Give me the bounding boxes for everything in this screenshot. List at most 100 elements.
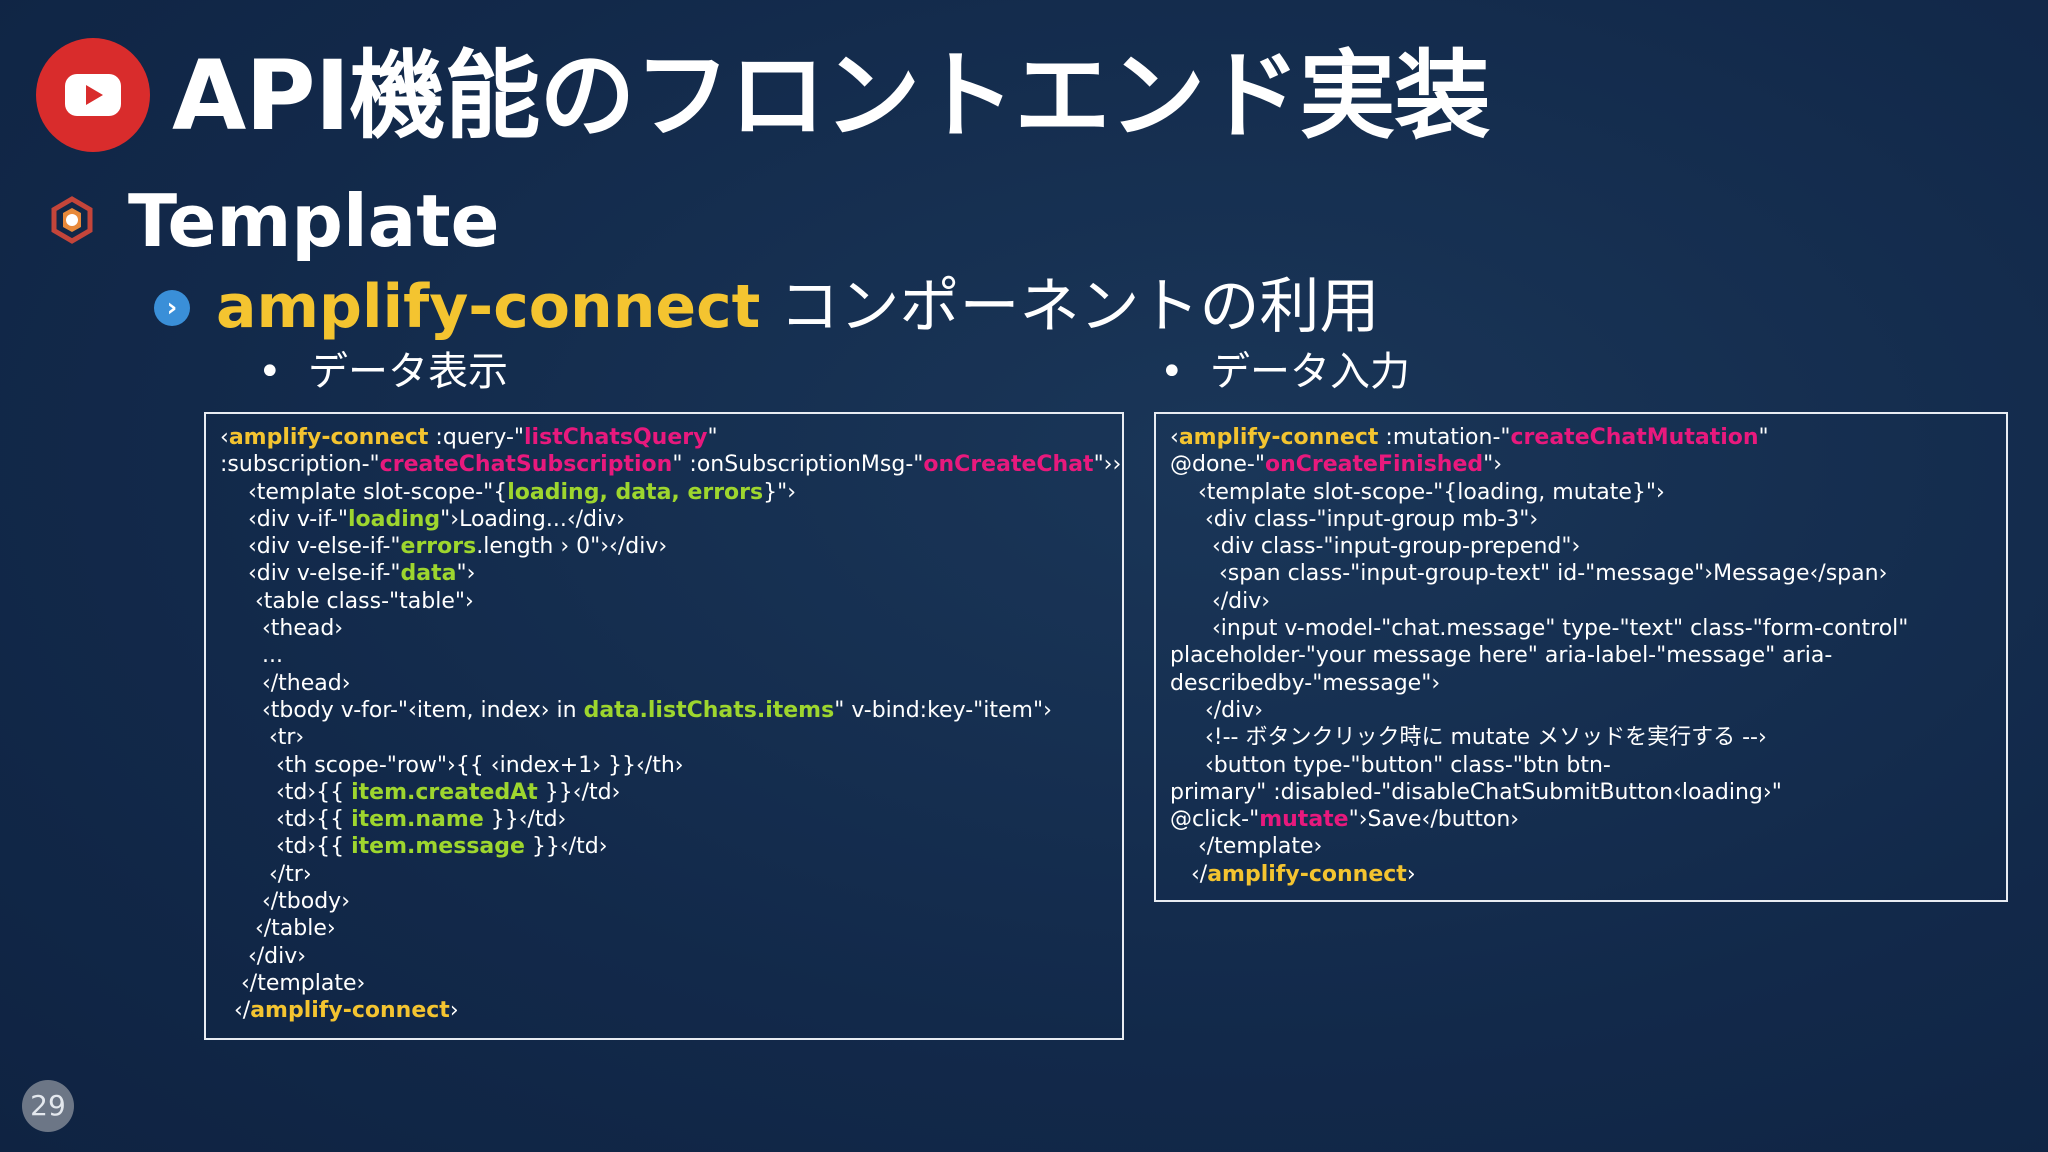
- hexagon-gear-icon: [51, 196, 93, 244]
- code-token: "›: [1483, 452, 1503, 478]
- page-number: 29: [22, 1080, 74, 1132]
- code-token: errors: [400, 534, 477, 560]
- code-line: ‹/template›: [220, 970, 1108, 997]
- code-token: ‹!-- ボタンクリック時に mutate メソッドを実行する --›: [1170, 725, 1767, 751]
- code-token: ‹td›{{: [220, 834, 352, 860]
- code-token: ‹/table›: [220, 916, 336, 942]
- code-token: ‹table class-"table"›: [220, 588, 474, 614]
- code-token: ‹div v-else-if-": [220, 534, 401, 560]
- chevron-right-icon: ›: [154, 290, 190, 326]
- code-token: @done-": [1170, 452, 1265, 478]
- code-token: ‹div v-else-if-": [220, 561, 401, 587]
- code-line: ‹/template›: [1170, 833, 1992, 860]
- code-token: ‹span class-"input-group-text" id-"messa…: [1170, 561, 1888, 587]
- code-token: :subscription-": [220, 452, 380, 478]
- code-token: ›: [449, 998, 459, 1024]
- code-token: onCreateFinished: [1264, 452, 1484, 478]
- code-token: ›: [1406, 861, 1416, 887]
- code-token: ‹: [1170, 425, 1179, 450]
- code-line: ‹tr›: [220, 724, 1108, 751]
- code-line: ‹span class-"input-group-text" id-"messa…: [1170, 560, 1992, 587]
- slide: API機能のフロントエンド実装 Template › amplify-conne…: [0, 0, 2048, 1152]
- code-token: onCreateChat: [923, 452, 1094, 478]
- code-token: loading, data, errors: [507, 479, 764, 505]
- code-token: ‹/template›: [1170, 834, 1323, 860]
- code-token: ‹div class-"input-group-prepend"›: [1170, 534, 1581, 560]
- code-line: ‹/tr›: [220, 861, 1108, 888]
- code-token: amplify-connect: [250, 998, 450, 1024]
- code-token: " v-bind:key-"item"›: [834, 697, 1052, 723]
- code-token: ‹: [220, 425, 229, 450]
- code-box-input: ‹amplify-connect :mutation-"createChatMu…: [1154, 412, 2008, 902]
- code-token: ‹thead›: [220, 616, 344, 642]
- code-line: ...: [220, 642, 1108, 669]
- code-token: }}‹/td›: [524, 834, 608, 860]
- code-line: ‹/tbody›: [220, 888, 1108, 915]
- code-token: ‹/div›: [1170, 588, 1271, 614]
- bullet-marker: •: [1160, 349, 1184, 395]
- code-line: ‹template slot-scope-"{loading, mutate}"…: [1170, 479, 1992, 506]
- code-line: ‹td›{{ item.name }}‹/td›: [220, 806, 1108, 833]
- code-line: ‹th scope-"row"›{{ ‹index+1› }}‹/th›: [220, 752, 1108, 779]
- play-logo-icon: [36, 38, 150, 152]
- bullet-marker: •: [258, 349, 282, 395]
- code-token: }}‹/td›: [483, 807, 567, 833]
- code-line: ‹div v-else-if-"errors.length › 0"›‹/div…: [220, 533, 1108, 560]
- code-token: " :onSubscriptionMsg-": [672, 452, 924, 478]
- code-token: mutate: [1259, 807, 1349, 833]
- code-token: ‹tr›: [220, 725, 305, 751]
- code-token: createChatSubscription: [379, 452, 673, 478]
- code-token: ‹td›{{: [220, 779, 352, 805]
- sub-heading: amplify-connect コンポーネントの利用: [216, 270, 1379, 344]
- code-line: describedby-"message"›: [1170, 670, 1992, 697]
- code-token: amplify-connect: [1207, 861, 1407, 887]
- code-token: .length › 0"›‹/div›: [476, 534, 668, 560]
- code-line: ‹input v-model-"chat.message" type-"text…: [1170, 615, 1992, 642]
- code-token: ‹div class-"input-group mb-3"›: [1170, 506, 1539, 532]
- code-token: data: [400, 561, 457, 587]
- code-token: "››: [1093, 452, 1122, 478]
- code-line: ‹/thead›: [220, 670, 1108, 697]
- code-token: ‹/div›: [220, 943, 307, 969]
- code-line: ‹/div›: [1170, 588, 1992, 615]
- code-token: item.name: [351, 807, 484, 833]
- code-token: ‹/template›: [220, 970, 366, 996]
- slide-title: API機能のフロントエンド実装: [172, 40, 1490, 152]
- code-token: "›: [456, 561, 476, 587]
- code-token: ‹/: [1170, 861, 1208, 887]
- code-token: ...: [220, 643, 283, 669]
- code-line: ‹div v-if-"loading"›Loading...‹/div›: [220, 506, 1108, 533]
- code-line: ‹thead›: [220, 615, 1108, 642]
- code-token: ‹template slot-scope-"{loading, mutate}"…: [1170, 479, 1665, 505]
- code-line: ‹/amplify-connect›: [1170, 861, 1992, 888]
- code-token: primary" :disabled-"disableChatSubmitBut…: [1170, 779, 1782, 805]
- code-line: ‹div v-else-if-"data"›: [220, 560, 1108, 587]
- code-token: ‹/: [220, 998, 251, 1024]
- code-box-display: ‹amplify-connect :query-"listChatsQuery"…: [204, 412, 1124, 1040]
- bullet-data-input: • データ入力: [1160, 342, 1410, 402]
- code-line: primary" :disabled-"disableChatSubmitBut…: [1170, 779, 1992, 806]
- code-line: ‹!-- ボタンクリック時に mutate メソッドを実行する --›: [1170, 724, 1992, 751]
- code-token: ‹div v-if-": [220, 506, 348, 532]
- code-token: ‹th scope-"row"›{{ ‹index+1› }}‹/th›: [220, 752, 684, 778]
- code-line: ‹div class-"input-group-prepend"›: [1170, 533, 1992, 560]
- bullet-data-display: • データ表示: [258, 342, 508, 402]
- code-line: ‹td›{{ item.createdAt }}‹/td›: [220, 779, 1108, 806]
- code-line: placeholder-"your message here" aria-lab…: [1170, 642, 1992, 669]
- code-line: ‹td›{{ item.message }}‹/td›: [220, 833, 1108, 860]
- code-line: ‹/div›: [220, 943, 1108, 970]
- code-line: ‹table class-"table"›: [220, 588, 1108, 615]
- code-token: ‹input v-model-"chat.message" type-"text…: [1170, 616, 1909, 642]
- code-token: ‹button type-"button" class-"btn btn-: [1170, 752, 1611, 778]
- code-line: ‹/amplify-connect›: [220, 997, 1108, 1024]
- code-token: ‹/tbody›: [220, 889, 351, 915]
- code-token: "›Save‹/button›: [1348, 807, 1520, 833]
- code-line: ‹amplify-connect :mutation-"createChatMu…: [1170, 424, 1992, 451]
- code-token: amplify-connect: [228, 425, 429, 450]
- component-keyword: amplify-connect: [216, 272, 761, 342]
- code-token: ‹template slot-scope-"{: [220, 479, 508, 505]
- code-token: placeholder-"your message here" aria-lab…: [1170, 643, 1833, 669]
- code-token: describedby-"message"›: [1170, 670, 1441, 696]
- code-token: }"›: [763, 479, 797, 505]
- bullet-label: データ表示: [308, 349, 508, 395]
